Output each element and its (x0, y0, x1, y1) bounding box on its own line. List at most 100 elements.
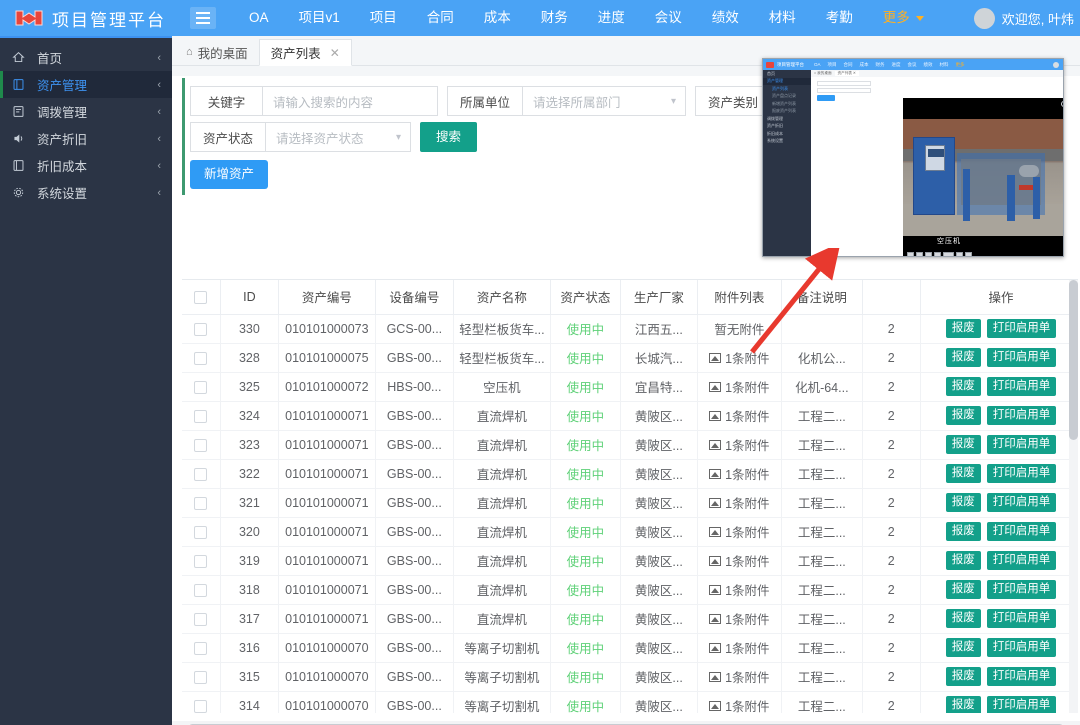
cell-attachments[interactable]: 暂无附件 (697, 314, 782, 343)
attachment-link[interactable]: 1条附件 (709, 406, 769, 425)
print-activation-form-button[interactable]: 打印启用单 (987, 551, 1057, 570)
print-activation-form-button[interactable]: 打印启用单 (987, 522, 1057, 541)
flip-icon[interactable] (965, 252, 972, 257)
cell-attachments[interactable]: 1条附件 (697, 662, 782, 691)
lightbox-toolbar[interactable] (907, 252, 972, 257)
scrollbar-thumb[interactable] (1069, 280, 1078, 440)
row-checkbox[interactable] (194, 613, 207, 626)
table-row[interactable]: 321010101000071GBS-00...直流焊机使用中黄陂区...1条附… (182, 488, 1078, 517)
unit-field[interactable]: 所属单位 请选择所属部门 ▾ (447, 86, 686, 116)
row-checkbox[interactable] (194, 700, 207, 713)
row-checkbox[interactable] (194, 642, 207, 655)
scrap-button[interactable]: 报废 (946, 377, 981, 396)
attachment-link[interactable]: 1条附件 (709, 696, 769, 713)
col-header-attachments[interactable]: 附件列表 (697, 280, 782, 314)
cell-attachments[interactable]: 1条附件 (697, 546, 782, 575)
nav-item-material[interactable]: 材料 (754, 0, 811, 36)
print-activation-form-button[interactable]: 打印启用单 (987, 435, 1057, 454)
attachment-link[interactable]: 1条附件 (709, 348, 769, 367)
close-circle-icon[interactable]: ✕ (1061, 101, 1064, 107)
print-activation-form-button[interactable]: 打印启用单 (987, 464, 1057, 483)
table-row[interactable]: 314010101000070GBS-00...等离子切割机使用中黄陂区...1… (182, 691, 1078, 713)
row-checkbox-cell[interactable] (182, 488, 220, 517)
row-checkbox-cell[interactable] (182, 430, 220, 459)
nav-item-attendance[interactable]: 考勤 (811, 0, 868, 36)
close-icon[interactable]: ✕ (330, 46, 340, 60)
image-lightbox[interactable]: ✕ 空压机 (903, 98, 1064, 257)
scrap-button[interactable]: 报废 (946, 696, 981, 713)
scrap-button[interactable]: 报废 (946, 348, 981, 367)
scrap-button[interactable]: 报废 (946, 551, 981, 570)
print-activation-form-button[interactable]: 打印启用单 (987, 580, 1057, 599)
cell-attachments[interactable]: 1条附件 (697, 372, 782, 401)
print-activation-form-button[interactable]: 打印启用单 (987, 609, 1057, 628)
cell-attachments[interactable]: 1条附件 (697, 430, 782, 459)
row-checkbox[interactable] (194, 381, 207, 394)
cell-attachments[interactable]: 1条附件 (697, 343, 782, 372)
nav-item-contract[interactable]: 合同 (412, 0, 469, 36)
print-activation-form-button[interactable]: 打印启用单 (987, 638, 1057, 657)
row-checkbox-cell[interactable] (182, 459, 220, 488)
row-checkbox-cell[interactable] (182, 691, 220, 713)
attachment-link[interactable]: 1条附件 (709, 580, 769, 599)
table-row[interactable]: 319010101000071GBS-00...直流焊机使用中黄陂区...1条附… (182, 546, 1078, 575)
attachment-link[interactable]: 1条附件 (709, 667, 769, 686)
scrap-button[interactable]: 报废 (946, 580, 981, 599)
attachment-link[interactable]: 1条附件 (709, 551, 769, 570)
tab-my-desktop[interactable]: ⌂ 我的桌面 (175, 39, 259, 65)
nav-item-performance[interactable]: 绩效 (697, 0, 754, 36)
rotate-left-icon[interactable] (943, 252, 954, 257)
row-checkbox[interactable] (194, 555, 207, 568)
row-checkbox[interactable] (194, 671, 207, 684)
hamburger-icon[interactable] (190, 7, 216, 29)
print-activation-form-button[interactable]: 打印启用单 (987, 377, 1057, 396)
row-checkbox[interactable] (194, 410, 207, 423)
cell-attachments[interactable]: 1条附件 (697, 517, 782, 546)
scrap-button[interactable]: 报废 (946, 435, 981, 454)
print-activation-form-button[interactable]: 打印启用单 (987, 348, 1057, 367)
print-activation-form-button[interactable]: 打印启用单 (987, 696, 1057, 713)
attachment-link[interactable]: 1条附件 (709, 638, 769, 657)
row-checkbox[interactable] (194, 584, 207, 597)
table-row[interactable]: 315010101000070GBS-00...等离子切割机使用中黄陂区...1… (182, 662, 1078, 691)
table-row[interactable]: 320010101000071GBS-00...直流焊机使用中黄陂区...1条附… (182, 517, 1078, 546)
scrap-button[interactable]: 报废 (946, 406, 981, 425)
tab-asset-list[interactable]: 资产列表 ✕ (259, 39, 352, 66)
row-checkbox-cell[interactable] (182, 372, 220, 401)
table-row[interactable]: 324010101000071GBS-00...直流焊机使用中黄陂区...1条附… (182, 401, 1078, 430)
cell-attachments[interactable]: 1条附件 (697, 488, 782, 517)
row-checkbox[interactable] (194, 526, 207, 539)
row-checkbox-cell[interactable] (182, 575, 220, 604)
table-row[interactable]: 325010101000072HBS-00...空压机使用中宜昌特...1条附件… (182, 372, 1078, 401)
zoom-in-icon[interactable] (907, 252, 914, 257)
select-all-checkbox[interactable] (194, 291, 207, 304)
zoom-out-icon[interactable] (916, 252, 923, 257)
status-field[interactable]: 资产状态 请选择资产状态 ▾ (190, 122, 411, 152)
table-horizontal-scrollbar[interactable]: ◀ ▶ (172, 721, 1080, 725)
nav-item-meeting[interactable]: 会议 (640, 0, 697, 36)
table-row[interactable]: 330010101000073GCS-00...轻型栏板货车...使用中江西五.… (182, 314, 1078, 343)
row-checkbox-cell[interactable] (182, 604, 220, 633)
row-checkbox-cell[interactable] (182, 314, 220, 343)
row-checkbox[interactable] (194, 323, 207, 336)
col-header-asset-name[interactable]: 资产名称 (454, 280, 551, 314)
col-header-asset-no[interactable]: 资产编号 (279, 280, 376, 314)
cell-attachments[interactable]: 1条附件 (697, 575, 782, 604)
table-vertical-scrollbar[interactable]: ▲ (1069, 280, 1078, 713)
attachment-link[interactable]: 1条附件 (709, 377, 769, 396)
search-button[interactable]: 搜索 (420, 122, 477, 152)
table-row[interactable]: 323010101000071GBS-00...直流焊机使用中黄陂区...1条附… (182, 430, 1078, 459)
table-row[interactable]: 328010101000075GBS-00...轻型栏板货车...使用中长城汽.… (182, 343, 1078, 372)
row-checkbox-cell[interactable] (182, 633, 220, 662)
keyword-field[interactable]: 关键字 请输入搜索的内容 (190, 86, 438, 116)
scrap-button[interactable]: 报废 (946, 522, 981, 541)
sidebar-item-home[interactable]: 首页 ‹ (0, 44, 172, 71)
col-header-device-no[interactable]: 设备编号 (375, 280, 453, 314)
row-checkbox[interactable] (194, 468, 207, 481)
sidebar-item-asset-management[interactable]: 资产管理 ‹ (0, 71, 172, 98)
nav-item-project[interactable]: 项目 (355, 0, 412, 36)
nav-item-oa[interactable]: OA (234, 0, 284, 36)
nav-item-finance[interactable]: 财务 (526, 0, 583, 36)
attachment-link[interactable]: 1条附件 (709, 522, 769, 541)
nested-screenshot-overlay[interactable]: 项目管理平台 OA 项目 合同 成本 财务 进度 会议 绩效 材料 更多 首页 … (762, 58, 1064, 257)
